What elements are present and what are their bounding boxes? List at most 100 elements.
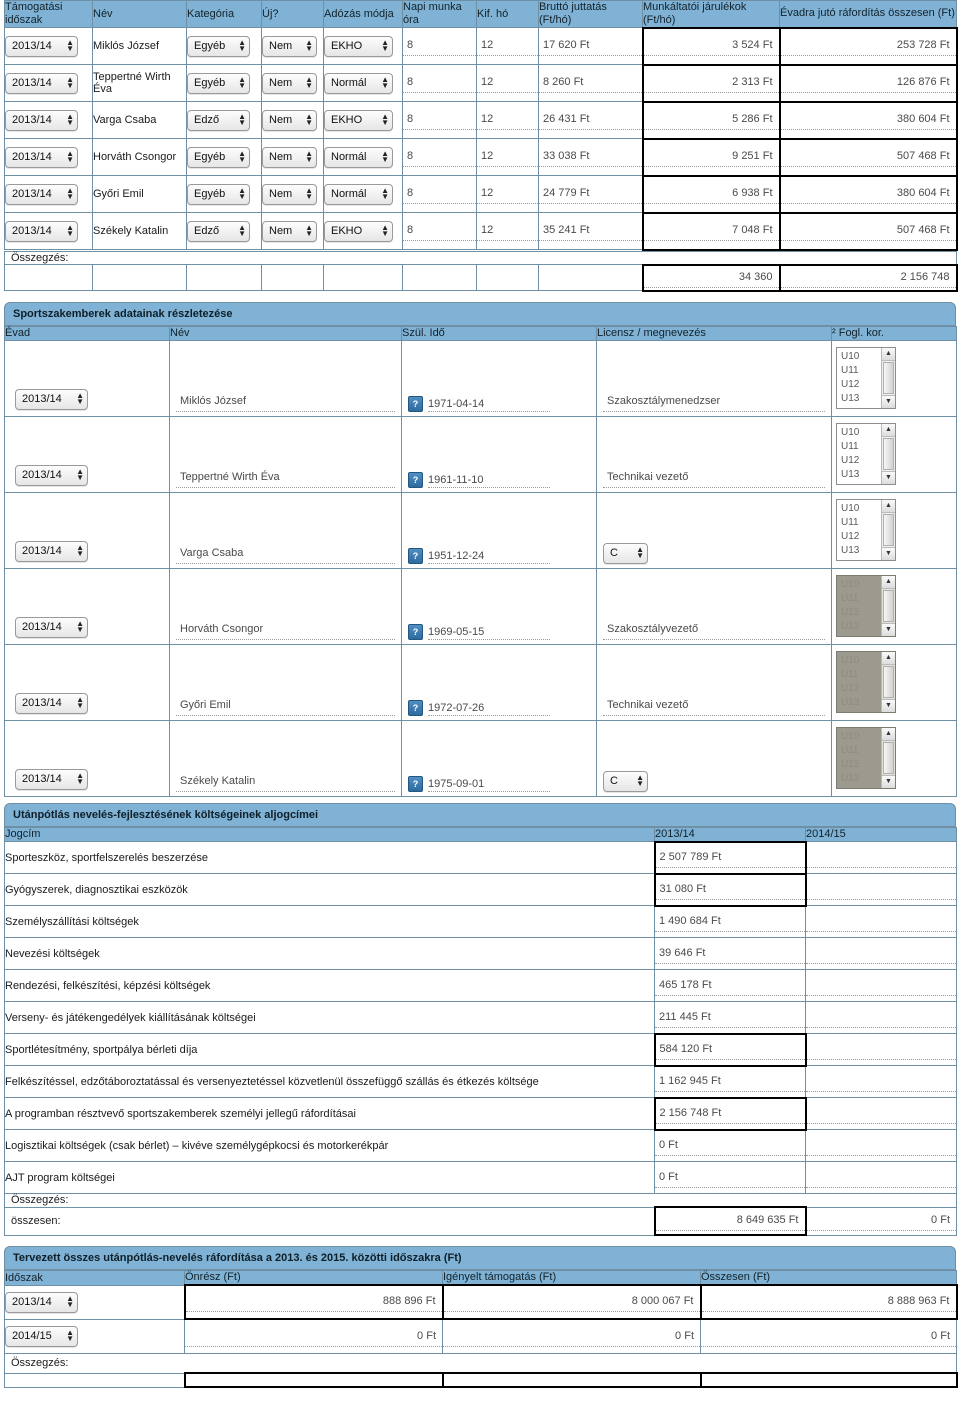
scrollbar-thumb[interactable]: [883, 666, 894, 699]
date-picker-icon[interactable]: ?: [408, 471, 423, 488]
scroll-up-icon[interactable]: ▲: [882, 576, 895, 590]
scroll-up-icon[interactable]: ▲: [882, 348, 895, 362]
license-input-4[interactable]: Technikai vezető: [603, 696, 825, 716]
y1-input-7[interactable]: 1 162 945 Ft: [655, 1072, 805, 1092]
listbox-option[interactable]: U13: [841, 468, 881, 482]
period-stepper-1[interactable]: 2014/15 ▲ ▼: [5, 1325, 78, 1347]
new-select-5[interactable]: Nem ▲ ▼: [262, 220, 317, 242]
scrollbar-thumb[interactable]: [883, 438, 894, 471]
scroll-down-icon[interactable]: ▼: [882, 623, 895, 637]
scrollbar-thumb[interactable]: [883, 742, 894, 775]
listbox-scrollbar[interactable]: ▲ ▼: [881, 500, 895, 561]
y2-input-6[interactable]: [806, 1040, 956, 1060]
new-select-3[interactable]: Nem ▲ ▼: [262, 146, 317, 168]
months-input-2[interactable]: 12: [477, 110, 538, 131]
agegroup-listbox-0[interactable]: U10 U11 U12 U13 ▲ ▼: [836, 347, 896, 410]
license-input-0[interactable]: Szakosztálymenedzser: [603, 392, 825, 412]
scroll-up-icon[interactable]: ▲: [882, 652, 895, 666]
listbox-scrollbar[interactable]: ▲ ▼: [881, 576, 895, 637]
hours-input-5[interactable]: 8: [403, 221, 476, 242]
y2-input-10[interactable]: [806, 1168, 956, 1188]
gross-input-1[interactable]: 8 260 Ft: [539, 73, 642, 94]
scroll-down-icon[interactable]: ▼: [882, 547, 895, 561]
date-picker-icon[interactable]: ?: [408, 547, 423, 564]
date-picker-icon[interactable]: ?: [408, 623, 423, 640]
gross-input-2[interactable]: 26 431 Ft: [539, 110, 642, 131]
license-input-3[interactable]: Szakosztályvezető: [603, 620, 825, 640]
tax-select-5[interactable]: EKHO ▲ ▼: [324, 220, 393, 242]
scroll-up-icon[interactable]: ▲: [882, 424, 895, 438]
birth-input-5[interactable]: 1975-09-01: [428, 776, 550, 792]
name-input-3[interactable]: Horváth Csongor: [176, 620, 395, 640]
scrollbar-thumb[interactable]: [883, 590, 894, 623]
y1-input-9[interactable]: 0 Ft: [655, 1136, 805, 1157]
detail-season-stepper-2[interactable]: 2013/14 ▲ ▼: [15, 540, 88, 562]
y1-input-6[interactable]: 584 120 Ft: [655, 1040, 805, 1060]
listbox-option[interactable]: U13: [841, 620, 881, 634]
new-select-2[interactable]: Nem ▲ ▼: [262, 109, 317, 131]
y1-input-1[interactable]: 31 080 Ft: [655, 880, 805, 900]
new-select-4[interactable]: Nem ▲ ▼: [262, 183, 317, 205]
y1-input-4[interactable]: 465 178 Ft: [655, 976, 805, 996]
hours-input-3[interactable]: 8: [403, 147, 476, 168]
listbox-option[interactable]: U10: [841, 426, 881, 440]
scrollbar-thumb[interactable]: [883, 362, 894, 395]
hours-input-4[interactable]: 8: [403, 184, 476, 205]
months-input-1[interactable]: 12: [477, 73, 538, 94]
listbox-option[interactable]: U10: [841, 502, 881, 516]
listbox-option[interactable]: U11: [841, 744, 881, 758]
name-input-1[interactable]: Teppertné Wirth Éva: [176, 468, 395, 488]
tax-select-4[interactable]: Normál ▲ ▼: [324, 183, 393, 205]
detail-season-stepper-3[interactable]: 2013/14 ▲ ▼: [15, 616, 88, 638]
listbox-option[interactable]: U13: [841, 696, 881, 710]
listbox-option[interactable]: U13: [841, 544, 881, 558]
listbox-option[interactable]: U13: [841, 772, 881, 786]
license-select-2[interactable]: C ▲ ▼: [603, 542, 648, 564]
period-stepper-0[interactable]: 2013/14 ▲ ▼: [5, 1291, 78, 1313]
license-select-5[interactable]: C ▲ ▼: [603, 770, 648, 792]
category-select-4[interactable]: Egyéb ▲ ▼: [187, 183, 250, 205]
date-picker-icon[interactable]: ?: [408, 395, 423, 412]
birth-input-3[interactable]: 1969-05-15: [428, 624, 550, 640]
agegroup-listbox-1[interactable]: U10 U11 U12 U13 ▲ ▼: [836, 423, 896, 486]
listbox-scrollbar[interactable]: ▲ ▼: [881, 424, 895, 485]
listbox-option[interactable]: U12: [841, 454, 881, 468]
listbox-option[interactable]: U11: [841, 592, 881, 606]
category-select-5[interactable]: Edző ▲ ▼: [187, 220, 250, 242]
y2-input-2[interactable]: [806, 912, 956, 932]
listbox-option[interactable]: U12: [841, 378, 881, 392]
y1-input-2[interactable]: 1 490 684 Ft: [655, 912, 805, 933]
season-stepper-2[interactable]: 2013/14 ▲ ▼: [5, 109, 78, 131]
gross-input-3[interactable]: 33 038 Ft: [539, 147, 642, 168]
new-select-1[interactable]: Nem ▲ ▼: [262, 72, 317, 94]
y2-input-9[interactable]: [806, 1136, 956, 1156]
category-select-3[interactable]: Egyéb ▲ ▼: [187, 146, 250, 168]
y2-input-8[interactable]: [806, 1104, 956, 1124]
scroll-down-icon[interactable]: ▼: [882, 775, 895, 789]
listbox-option[interactable]: U12: [841, 530, 881, 544]
detail-season-stepper-1[interactable]: 2013/14 ▲ ▼: [15, 464, 88, 486]
y1-input-10[interactable]: 0 Ft: [655, 1168, 805, 1188]
detail-season-stepper-5[interactable]: 2013/14 ▲ ▼: [15, 768, 88, 790]
listbox-option[interactable]: U11: [841, 440, 881, 454]
scroll-up-icon[interactable]: ▲: [882, 500, 895, 514]
name-input-2[interactable]: Varga Csaba: [176, 544, 395, 564]
season-stepper-1[interactable]: 2013/14 ▲ ▼: [5, 72, 78, 94]
listbox-option[interactable]: U13: [841, 392, 881, 406]
hours-input-1[interactable]: 8: [403, 73, 476, 94]
listbox-option[interactable]: U10: [841, 654, 881, 668]
months-input-0[interactable]: 12: [477, 36, 538, 57]
listbox-option[interactable]: U10: [841, 730, 881, 744]
gross-input-5[interactable]: 35 241 Ft: [539, 221, 642, 242]
y1-input-3[interactable]: 39 646 Ft: [655, 944, 805, 964]
listbox-option[interactable]: U12: [841, 758, 881, 772]
hours-input-2[interactable]: 8: [403, 110, 476, 131]
listbox-scrollbar[interactable]: ▲ ▼: [881, 728, 895, 789]
season-stepper-5[interactable]: 2013/14 ▲ ▼: [5, 220, 78, 242]
category-select-1[interactable]: Egyéb ▲ ▼: [187, 72, 250, 94]
months-input-5[interactable]: 12: [477, 221, 538, 242]
y2-input-5[interactable]: [806, 1008, 956, 1028]
scrollbar-thumb[interactable]: [883, 514, 894, 547]
gross-input-4[interactable]: 24 779 Ft: [539, 184, 642, 205]
season-stepper-4[interactable]: 2013/14 ▲ ▼: [5, 183, 78, 205]
